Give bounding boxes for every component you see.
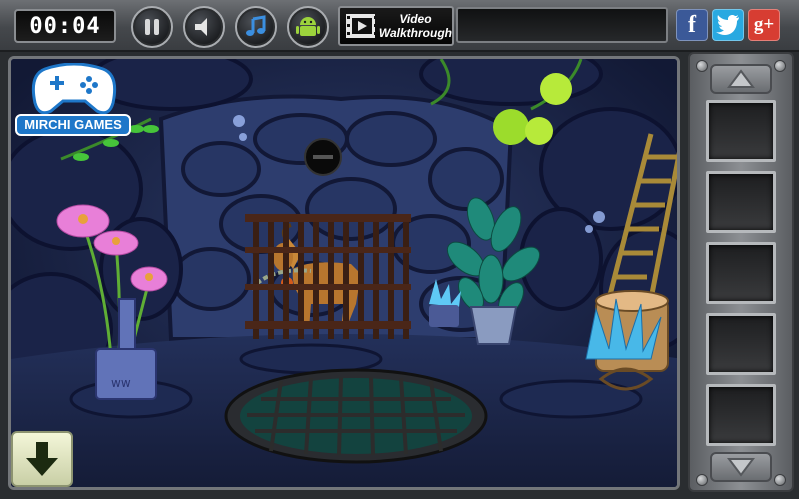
inventory-slot-1[interactable] [706,100,776,162]
android-button[interactable] [287,6,329,48]
video-label-line2: Walkthrough [378,26,452,40]
inventory-scroll-up-button[interactable] [710,64,772,94]
inventory-panel [688,52,794,492]
panel-bolt [774,60,786,72]
film-icon [346,14,375,38]
inventory-slot-3[interactable] [706,242,776,304]
google-plus-button[interactable]: g+ [748,9,780,41]
inventory-scroll-down-button[interactable] [710,452,772,482]
up-arrow-icon [727,69,755,88]
game-scene: ᴡᴡ MIRCHI GAMES [8,56,680,490]
game-timer: 00:04 [14,9,116,43]
video-walkthrough-label: Video Walkthrough [379,12,452,40]
navigate-down-button[interactable] [11,431,73,487]
down-arrow-icon [26,442,58,476]
pause-button[interactable] [131,6,173,48]
video-walkthrough-button[interactable]: Video Walkthrough [338,6,454,46]
video-label-line1: Video [399,12,432,26]
sound-button[interactable] [183,6,225,48]
svg-text:ᴡᴡ: ᴡᴡ [111,376,131,390]
music-button[interactable] [235,6,277,48]
twitter-bird-icon [716,15,739,35]
speaker-icon [195,18,207,36]
inventory-slot-2[interactable] [706,171,776,233]
panel-bolt [696,474,708,486]
gamepad-icon [31,62,117,115]
message-panel [456,7,668,43]
logo-text: MIRCHI GAMES [15,114,131,136]
inventory-slot-5[interactable] [706,384,776,446]
android-icon [296,17,320,36]
panel-bolt [696,60,708,72]
mirchi-games-logo[interactable]: MIRCHI GAMES [15,62,133,143]
facebook-button[interactable]: f [676,9,708,41]
music-note-icon [246,15,266,36]
google-plus-icon: g+ [753,14,775,35]
panel-bolt [774,474,786,486]
facebook-icon: f [688,11,696,38]
twitter-button[interactable] [712,9,744,41]
pause-icon [145,19,159,35]
down-arrow-icon [727,458,755,477]
floor-grate[interactable] [224,368,488,464]
top-toolbar: 00:04 Video Walkthrough f g+ [0,0,799,52]
inventory-slot-4[interactable] [706,313,776,375]
